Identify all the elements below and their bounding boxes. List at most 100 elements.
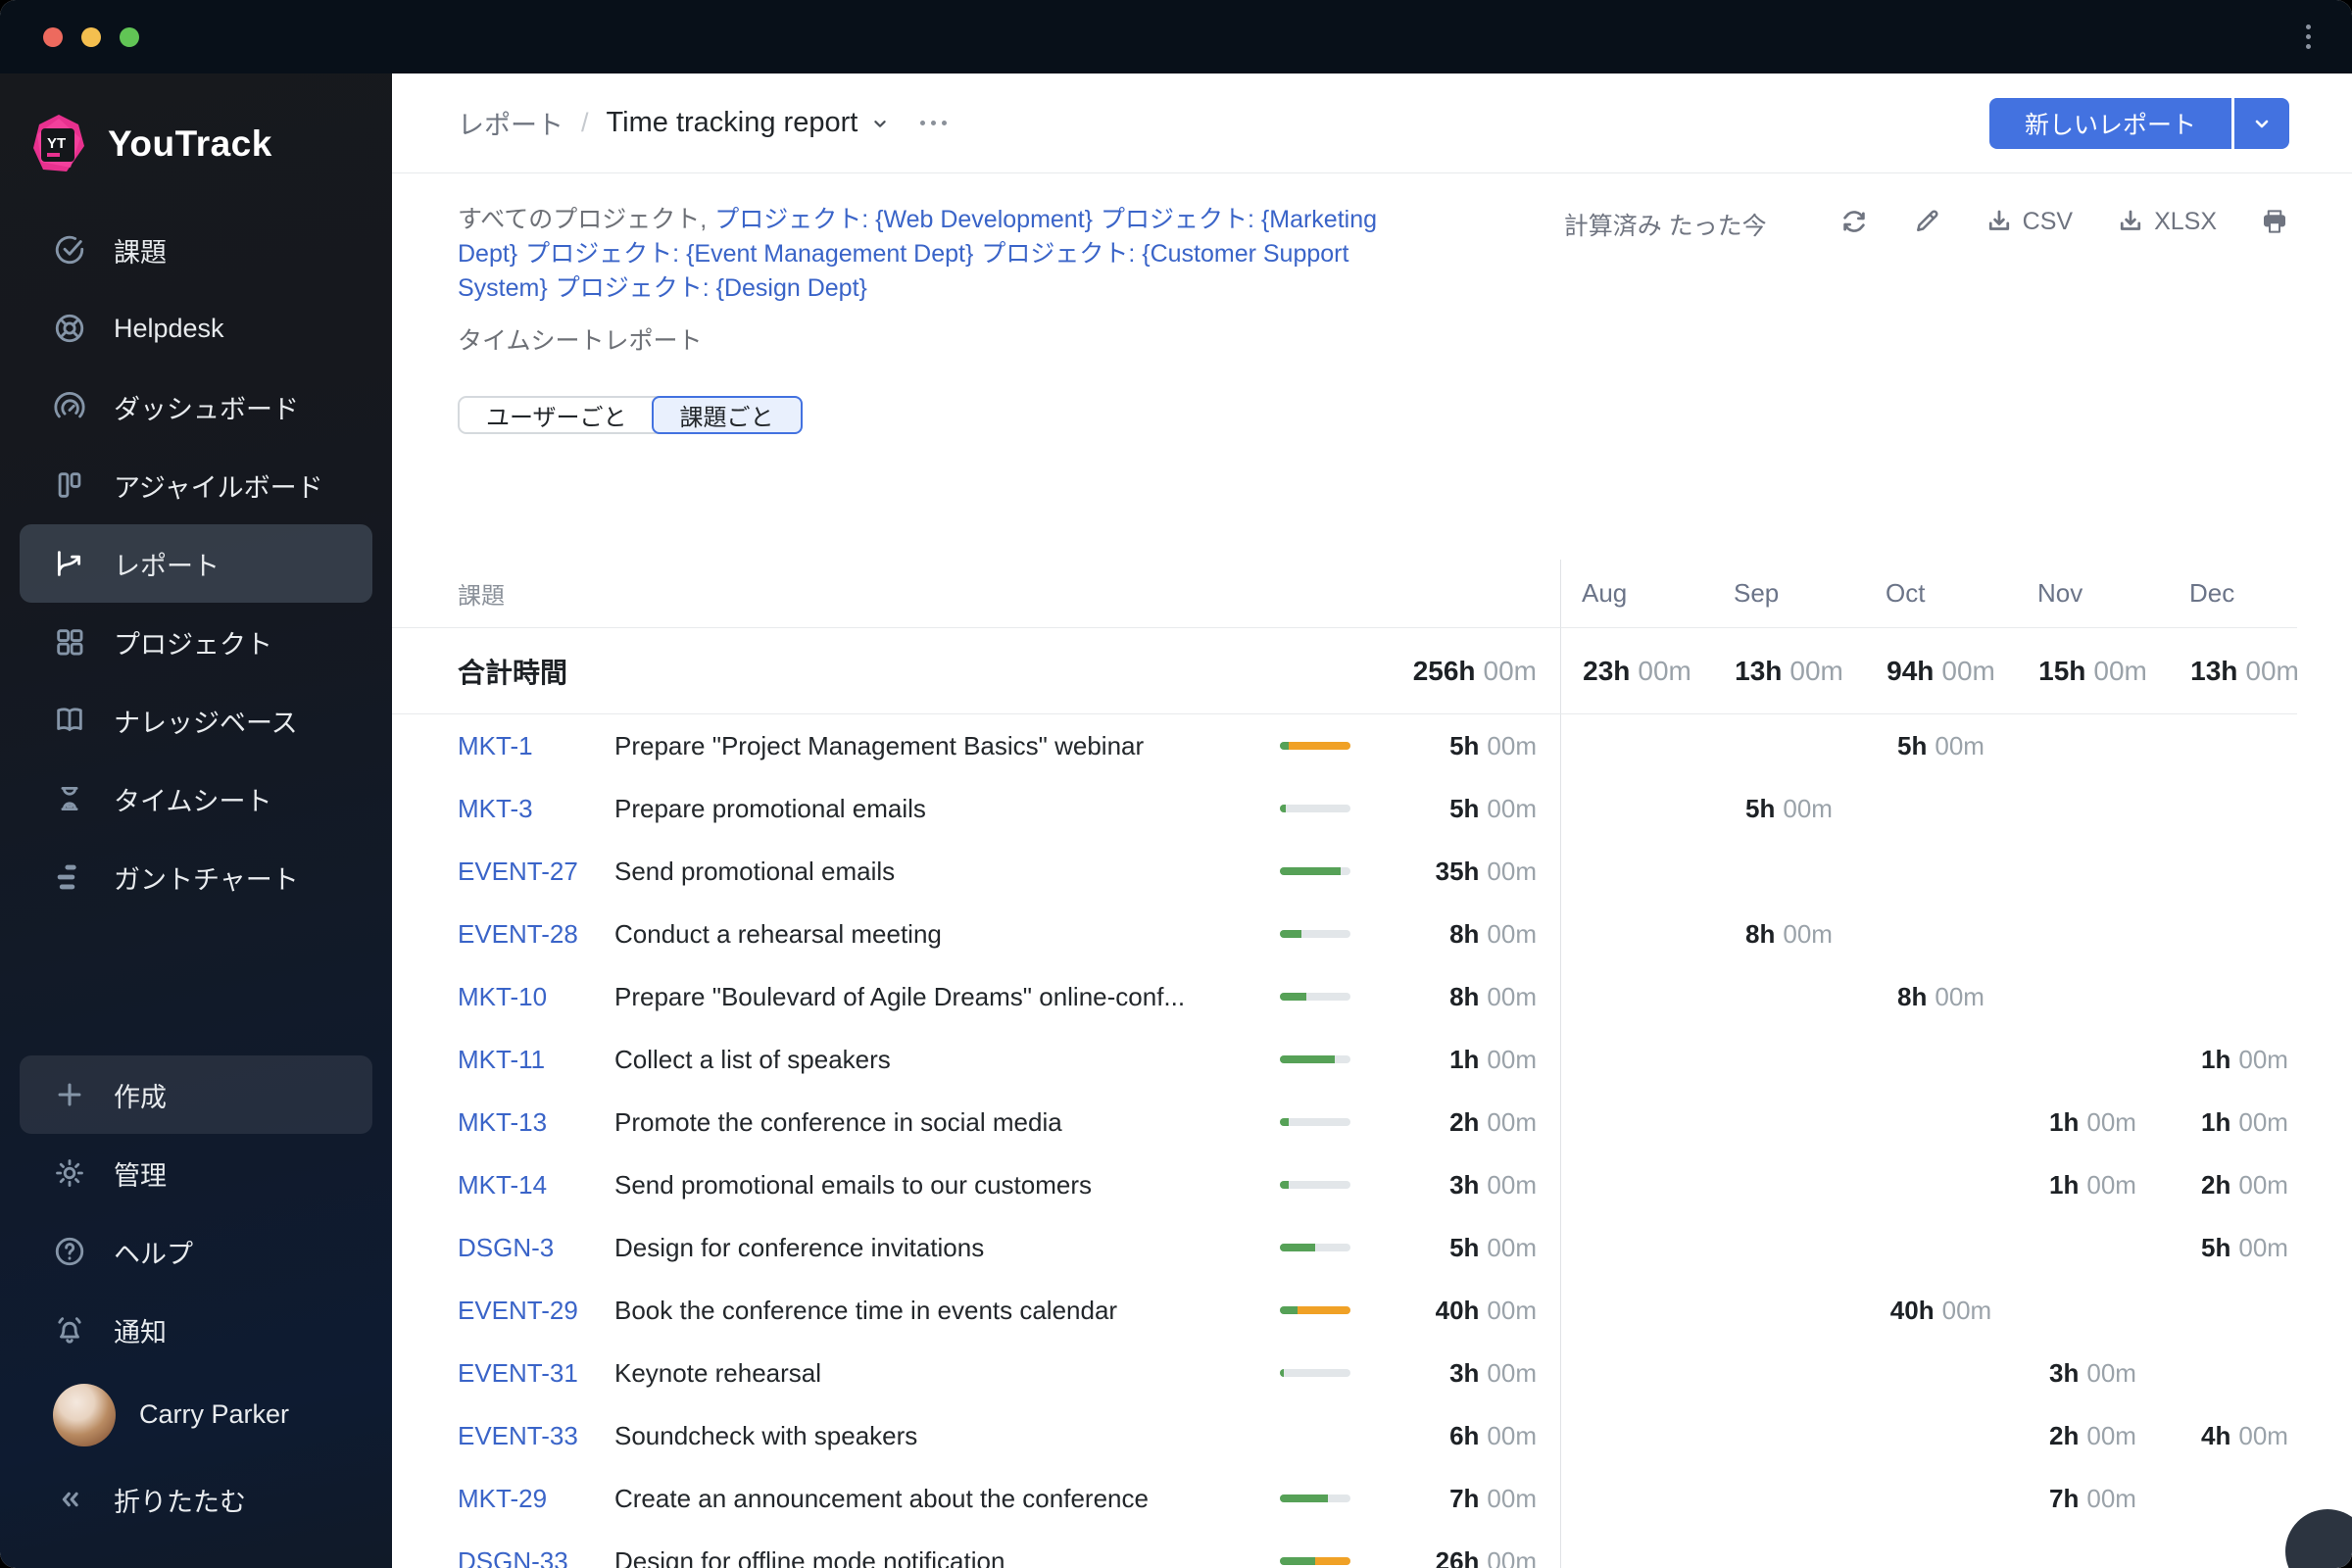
issue-id-link[interactable]: EVENT-28: [458, 919, 614, 950]
sidebar-item-help[interactable]: ヘルプ: [20, 1212, 372, 1291]
month-header-sep: Sep: [1734, 578, 1780, 608]
sidebar-item-label: 管理: [114, 1160, 167, 1191]
month-header-dec: Dec: [2189, 578, 2235, 608]
page-title: Time tracking report: [606, 107, 858, 138]
sidebar-user[interactable]: Carry Parker: [20, 1369, 372, 1460]
sidebar-item-label: 折りたたむ: [114, 1487, 246, 1517]
sidebar-item-create[interactable]: 作成: [20, 1055, 372, 1134]
sidebar-item-dashboards[interactable]: ダッシュボード: [20, 368, 372, 446]
toggle-per-user[interactable]: ユーザーごと: [460, 398, 654, 432]
report-header: レポート / Time tracking report 新しいレポート: [392, 74, 2352, 173]
edit-report-button[interactable]: [1912, 207, 1941, 236]
sidebar-item-projects[interactable]: プロジェクト: [20, 603, 372, 681]
breadcrumb-reports-link[interactable]: レポート: [458, 104, 564, 142]
issue-summary: Design for conference invitations: [614, 1232, 985, 1262]
month-cell: 1h 00m: [2201, 1106, 2288, 1137]
issue-id-link[interactable]: MKT-13: [458, 1107, 614, 1138]
new-report-dropdown-button[interactable]: [2234, 97, 2289, 149]
table-row: MKT-29 Create an announcement about the c…: [392, 1467, 2352, 1530]
month-cell: 40h 00m: [1889, 1295, 1992, 1325]
sidebar-item-label: 通知: [114, 1317, 167, 1348]
issue-id-link[interactable]: MKT-1: [458, 731, 614, 761]
spent-time-value: 6h 00m: [1449, 1420, 1537, 1450]
issue-summary: Prepare "Project Management Basics" webi…: [614, 730, 1145, 760]
sidebar-item-issues[interactable]: 課題: [20, 211, 372, 289]
issue-summary: Keynote rehearsal: [614, 1357, 822, 1388]
scope-link-event-management[interactable]: プロジェクト: {Event Management Dept}: [525, 240, 973, 268]
print-button[interactable]: [2260, 207, 2289, 236]
progress-bar: [1280, 1494, 1350, 1502]
issue-summary: Soundcheck with speakers: [614, 1420, 918, 1450]
issue-summary: Prepare promotional emails: [614, 793, 926, 823]
sidebar-item-agile-boards[interactable]: アジャイルボード: [20, 446, 372, 524]
progress-bar: [1280, 1306, 1350, 1314]
sidebar-item-reports[interactable]: レポート: [20, 524, 372, 603]
sidebar-collapse-button[interactable]: 折りたたむ: [20, 1460, 372, 1539]
sidebar-item-timesheets[interactable]: タイムシート: [20, 760, 372, 838]
sidebar-item-gantt-charts[interactable]: ガントチャート: [20, 838, 372, 916]
issue-id-link[interactable]: EVENT-29: [458, 1296, 614, 1326]
spent-time-value: 35h 00m: [1435, 856, 1537, 886]
close-window-button[interactable]: [43, 26, 63, 47]
sidebar-item-notifications[interactable]: 通知: [20, 1291, 372, 1369]
export-xlsx-button[interactable]: XLSX: [2116, 207, 2217, 236]
new-report-button[interactable]: 新しいレポート: [1988, 97, 2231, 149]
month-cell: 8h 00m: [1745, 918, 1833, 949]
spent-time-value: 3h 00m: [1449, 1357, 1537, 1388]
spent-time-value: 5h 00m: [1449, 730, 1537, 760]
user-name: Carry Parker: [139, 1399, 290, 1429]
issue-id-link[interactable]: DSGN-3: [458, 1233, 614, 1263]
month-total: 13h 00m: [1735, 655, 1843, 686]
issue-id-link[interactable]: EVENT-33: [458, 1421, 614, 1451]
progress-bar: [1280, 1118, 1350, 1126]
spent-time-value: 5h 00m: [1449, 1232, 1537, 1262]
scope-link-design-dept[interactable]: プロジェクト: {Design Dept}: [556, 274, 867, 302]
sidebar-item-knowledge-base[interactable]: ナレッジベース: [20, 681, 372, 760]
sidebar-item-administration[interactable]: 管理: [20, 1134, 372, 1212]
spent-time-value: 40h 00m: [1435, 1295, 1537, 1325]
gantt-icon: [57, 864, 76, 890]
sidebar-item-label: アジャイルボード: [114, 472, 323, 503]
issue-summary: Send promotional emails: [614, 856, 896, 886]
refresh-button[interactable]: [1839, 207, 1869, 236]
issue-id-link[interactable]: MKT-11: [458, 1045, 614, 1075]
issue-id-link[interactable]: EVENT-31: [458, 1358, 614, 1389]
title-dropdown-button[interactable]: [869, 113, 891, 134]
month-header-nov: Nov: [2037, 578, 2083, 608]
table-row: DSGN-3 Design for conference invitations 5…: [392, 1216, 2352, 1279]
month-cell: 5h 00m: [1745, 793, 1833, 823]
svg-text:YT: YT: [47, 135, 66, 152]
issue-id-link[interactable]: EVENT-27: [458, 857, 614, 887]
issue-id-link[interactable]: DSGN-33: [458, 1546, 614, 1568]
table-row: MKT-1 Prepare "Project Management Basics"…: [392, 714, 2352, 777]
issue-summary: Create an announcement about the confere…: [614, 1483, 1149, 1513]
report-more-menu[interactable]: [918, 113, 949, 133]
export-csv-label: CSV: [2022, 207, 2074, 235]
export-csv-button[interactable]: CSV: [1984, 207, 2073, 236]
download-icon: [1988, 210, 2009, 230]
scope-link-web-development[interactable]: プロジェクト: {Web Development}: [714, 206, 1093, 233]
month-cell: 3h 00m: [2049, 1357, 2136, 1388]
table-row: MKT-10 Prepare "Boulevard of Agile Dreams…: [392, 965, 2352, 1028]
toggle-per-issue[interactable]: 課題ごと: [651, 396, 803, 434]
minimize-window-button[interactable]: [81, 26, 101, 47]
month-cell: 1h 00m: [2049, 1169, 2136, 1200]
issue-summary: Send promotional emails to our customers: [614, 1169, 1093, 1200]
sidebar-item-label: タイムシート: [114, 786, 272, 816]
progress-bar: [1280, 805, 1350, 812]
calculation-status: 計算済み たった今: [1563, 213, 1767, 240]
sidebar-item-helpdesk[interactable]: Helpdesk: [20, 289, 372, 368]
youtrack-logo[interactable]: YT YouTrack: [0, 97, 392, 211]
issue-id-link[interactable]: MKT-14: [458, 1170, 614, 1200]
issue-id-link[interactable]: MKT-10: [458, 982, 614, 1012]
kebab-menu-icon[interactable]: [2300, 19, 2317, 55]
issue-id-link[interactable]: MKT-3: [458, 794, 614, 824]
sidebar-item-label: ヘルプ: [114, 1239, 193, 1269]
spent-time-value: 8h 00m: [1449, 981, 1537, 1011]
zoom-window-button[interactable]: [120, 26, 139, 47]
issue-id-link[interactable]: MKT-29: [458, 1484, 614, 1514]
new-report-split-button: 新しいレポート: [1988, 97, 2289, 149]
month-cell: 8h 00m: [1897, 981, 1984, 1011]
download-icon: [2120, 210, 2141, 230]
